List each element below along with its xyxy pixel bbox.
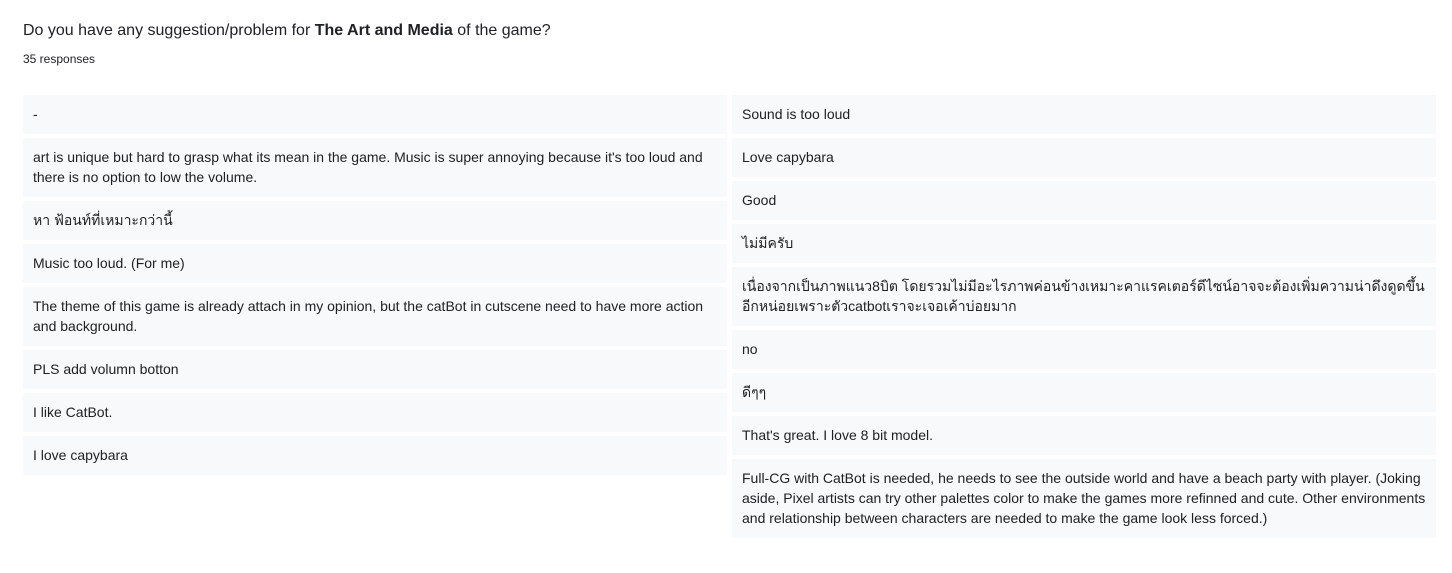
response-item: art is unique but hard to grasp what its… xyxy=(23,138,727,197)
response-item: ไม่มีครับ xyxy=(732,224,1436,263)
response-item: I love capybara xyxy=(23,436,727,475)
response-item: That's great. I love 8 bit model. xyxy=(732,416,1436,455)
response-item: - xyxy=(23,95,727,134)
responses-column-right: Sound is too loud Love capybara Good ไม่… xyxy=(732,95,1436,538)
response-item: หา ฟ้อนท์ที่เหมาะกว่านี้ xyxy=(23,201,727,240)
question-title-emphasis: The Art and Media xyxy=(314,22,453,39)
response-item: ดีๆๆ xyxy=(732,373,1436,412)
response-item: เนื่องจากเป็นภาพแนว8บิต โดยรวมไม่มีอะไรภ… xyxy=(732,267,1436,326)
responses-column-left: - art is unique but hard to grasp what i… xyxy=(23,95,727,475)
response-item: Music too loud. (For me) xyxy=(23,244,727,283)
response-item: Love capybara xyxy=(732,138,1436,177)
question-title-suffix: of the game? xyxy=(452,22,551,39)
response-item: PLS add volumn botton xyxy=(23,350,727,389)
question-title-prefix: Do you have any suggestion/problem for xyxy=(23,22,315,39)
question-card: Do you have any suggestion/problem for T… xyxy=(0,0,1452,573)
response-item: The theme of this game is already attach… xyxy=(23,287,727,346)
response-item: no xyxy=(732,330,1436,369)
response-item: Sound is too loud xyxy=(732,95,1436,134)
response-item: I like CatBot. xyxy=(23,393,727,432)
question-title: Do you have any suggestion/problem for T… xyxy=(23,20,551,42)
response-item: Good xyxy=(732,181,1436,220)
response-item: Full-CG with CatBot is needed, he needs … xyxy=(732,459,1436,538)
response-count: 35 responses xyxy=(23,52,96,66)
